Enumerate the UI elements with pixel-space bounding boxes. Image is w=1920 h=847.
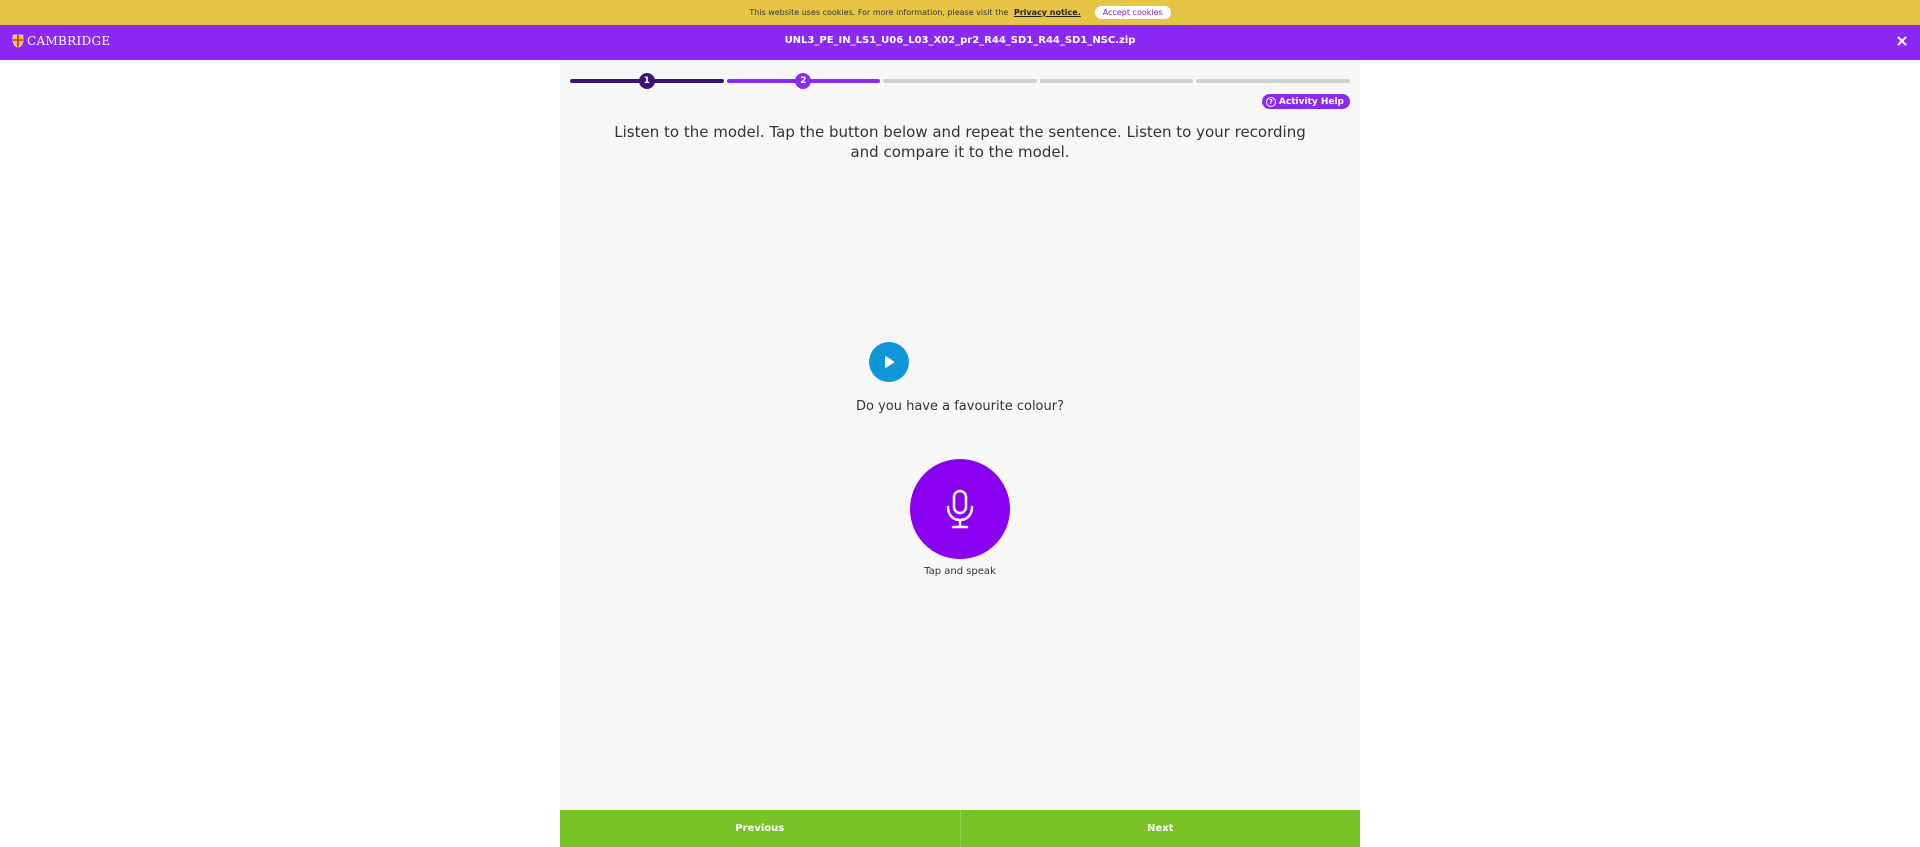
record-button[interactable] [910,459,1010,559]
progress-step-4 [1039,79,1194,83]
cookie-message: This website uses cookies. For more info… [749,8,1080,17]
tap-and-speak-label: Tap and speak [924,566,996,577]
progress-step-1: 1 [570,73,724,89]
previous-button[interactable]: Previous [560,810,960,847]
cookie-banner: This website uses cookies. For more info… [0,0,1920,25]
cookie-message-text: This website uses cookies. For more info… [749,8,1009,17]
privacy-notice-link[interactable]: Privacy notice. [1014,8,1081,17]
close-icon [1897,36,1907,46]
play-model-button[interactable] [869,342,909,382]
instruction-text: Listen to the model. Tap the button belo… [614,123,1306,161]
activity-panel: 1 2 ? Activity Help Listen to the model.… [560,60,1360,810]
accept-cookies-button[interactable]: Accept cookies [1094,6,1171,19]
progress-bar: 1 2 [570,73,1350,89]
next-button[interactable]: Next [961,810,1361,847]
close-button[interactable] [1894,33,1910,49]
step-number: 1 [638,73,655,89]
model-sentence: Do you have a favourite colour? [855,399,1064,414]
activity-file-title: UNL3_PE_IN_LS1_U06_L03_X02_pr2_R44_SD1_R… [784,35,1136,46]
app-header: CAMBRIDGE UNL3_PE_IN_LS1_U06_L03_X02_pr2… [0,25,1920,60]
question-icon: ? [1265,96,1276,107]
progress-step-5 [1196,79,1350,83]
navigation-footer: Previous Next [560,810,1360,847]
step-number: 2 [795,73,812,89]
progress-step-3 [883,79,1037,83]
play-icon [885,356,895,368]
activity-help-button[interactable]: ? Activity Help [1261,94,1350,109]
progress-step-2: 2 [726,73,881,89]
microphone-icon [946,489,974,529]
activity-help-label: Activity Help [1278,96,1344,107]
